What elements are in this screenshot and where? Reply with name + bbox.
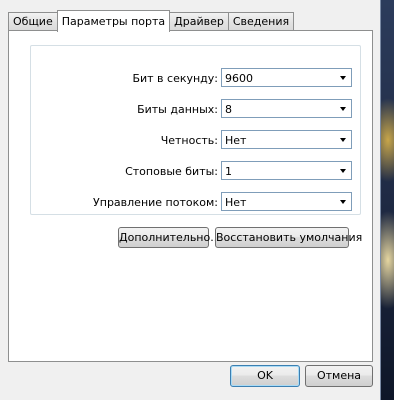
data-bits-row: Биты данных: 8	[31, 99, 360, 120]
stop-bits-value: 1	[225, 165, 232, 178]
cancel-button[interactable]: Отмена	[305, 365, 373, 387]
data-bits-value: 8	[225, 103, 232, 116]
baud-rate-row: Бит в секунду: 9600	[31, 68, 360, 89]
parity-row: Четность: Нет	[31, 130, 360, 151]
restore-defaults-button[interactable]: Восстановить умолчания	[215, 227, 362, 248]
stop-bits-label: Стоповые биты:	[125, 165, 218, 178]
flow-control-value: Нет	[225, 196, 247, 209]
parity-label: Четность:	[160, 134, 218, 147]
port-properties-dialog: Общие Параметры порта Драйвер Сведения Б…	[0, 0, 381, 400]
data-bits-label: Биты данных:	[137, 103, 218, 116]
chevron-down-icon	[335, 193, 351, 210]
stop-bits-select[interactable]: 1	[221, 161, 352, 180]
flow-control-select[interactable]: Нет	[221, 192, 352, 211]
ok-button[interactable]: OK	[230, 365, 300, 387]
flow-control-row: Управление потоком: Нет	[31, 192, 360, 213]
chevron-down-icon	[335, 100, 351, 117]
chevron-down-icon	[335, 69, 351, 86]
chevron-down-icon	[335, 162, 351, 179]
tab-port-settings[interactable]: Параметры порта	[56, 10, 171, 32]
stop-bits-row: Стоповые биты: 1	[31, 161, 360, 182]
baud-rate-select[interactable]: 9600	[221, 68, 352, 87]
baud-rate-label: Бит в секунду:	[132, 72, 218, 85]
flow-control-label: Управление потоком:	[93, 196, 218, 209]
parity-value: Нет	[225, 134, 247, 147]
tab-panel-port-settings: Бит в секунду: 9600 Биты данных: 8 Четно…	[8, 30, 373, 362]
tab-details[interactable]: Сведения	[227, 12, 295, 31]
parity-select[interactable]: Нет	[221, 130, 352, 149]
chevron-down-icon	[335, 131, 351, 148]
tab-driver[interactable]: Драйвер	[169, 12, 229, 31]
tab-strip: Общие Параметры порта Драйвер Сведения	[8, 6, 295, 32]
settings-group: Бит в секунду: 9600 Биты данных: 8 Четно…	[30, 45, 361, 215]
advanced-button[interactable]: Дополнительно...	[118, 227, 221, 248]
baud-rate-value: 9600	[225, 72, 253, 85]
tab-general[interactable]: Общие	[8, 12, 58, 31]
data-bits-select[interactable]: 8	[221, 99, 352, 118]
